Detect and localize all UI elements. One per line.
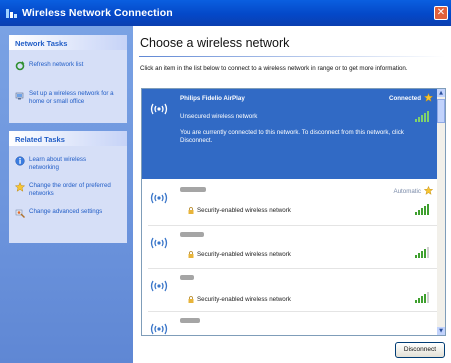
network-name-blurred <box>180 275 194 282</box>
related-tasks-header[interactable]: Related Tasks <box>9 131 127 146</box>
signal-strength-icon <box>415 292 429 303</box>
lock-icon <box>188 251 194 258</box>
network-name: Philips Fidelio AirPlay <box>180 95 245 102</box>
network-tasks-header[interactable]: Network Tasks <box>9 35 127 50</box>
title-divider <box>139 56 445 57</box>
connection-message: You are currently connected to this netw… <box>180 129 404 144</box>
network-item[interactable]: Security-enabled wireless network <box>142 227 439 267</box>
change-advanced-settings-label: Change advanced settings <box>29 208 103 215</box>
wireless-icon <box>6 9 17 18</box>
sidebar: Network Tasks Refresh network list Set u… <box>0 26 133 363</box>
network-item[interactable]: Security-enabled wireless network <box>142 270 439 310</box>
network-tasks-panel: Network Tasks Refresh network list Set u… <box>9 35 127 123</box>
settings-icon <box>15 209 25 218</box>
setup-network-icon <box>15 92 24 100</box>
network-name-blurred <box>180 232 204 239</box>
scroll-up-arrow[interactable]: ▲ <box>437 89 445 97</box>
disconnect-button[interactable]: Disconnect <box>395 342 445 358</box>
preferred-star-icon <box>424 93 433 102</box>
wireless-antenna-icon <box>150 237 168 249</box>
network-item[interactable] <box>142 313 439 335</box>
wireless-antenna-icon <box>150 103 168 115</box>
network-status: Automatic <box>393 188 421 195</box>
star-icon <box>15 182 25 192</box>
network-status: Connected <box>389 95 421 102</box>
network-item-connected[interactable]: Philips Fidelio AirPlay Connected Unsecu… <box>142 89 439 179</box>
network-name-blurred <box>180 318 200 325</box>
signal-strength-icon <box>415 111 429 122</box>
window-title: Wireless Network Connection <box>22 7 173 19</box>
related-tasks-panel: Related Tasks Learn about wireless netwo… <box>9 131 127 243</box>
close-icon: ✕ <box>436 7 446 18</box>
signal-strength-icon <box>415 204 429 215</box>
change-preferred-order-label: Change the order of preferred networks <box>29 182 111 197</box>
lock-icon <box>188 296 194 303</box>
signal-strength-icon <box>415 247 429 258</box>
network-name-blurred <box>180 187 206 194</box>
wireless-network-window: Wireless Network Connection ✕ Network Ta… <box>0 0 451 363</box>
network-list-scrollbar[interactable]: ▲ ▼ <box>437 89 445 335</box>
network-security: Unsecured wireless network <box>180 113 258 120</box>
refresh-network-list-link[interactable]: Refresh network list <box>15 61 83 71</box>
network-item[interactable]: Automatic Security-enabled wireless netw… <box>142 182 439 224</box>
scroll-down-arrow[interactable]: ▼ <box>437 327 445 335</box>
setup-wireless-network-link[interactable]: Set up a wireless network for a home or … <box>15 90 123 105</box>
scroll-thumb[interactable] <box>437 99 445 123</box>
network-security: Security-enabled wireless network <box>197 207 291 214</box>
title-bar[interactable]: Wireless Network Connection ✕ <box>0 0 451 26</box>
instructions-text: Click an item in the list below to conne… <box>140 65 408 72</box>
main-pane: Choose a wireless network Click an item … <box>133 26 451 363</box>
list-divider <box>148 268 437 269</box>
refresh-network-list-label: Refresh network list <box>29 61 84 68</box>
preferred-star-icon <box>424 186 433 195</box>
close-button[interactable]: ✕ <box>434 6 448 20</box>
change-advanced-settings-link[interactable]: Change advanced settings <box>15 208 115 218</box>
list-divider <box>148 225 437 226</box>
page-title: Choose a wireless network <box>140 36 290 50</box>
lock-icon <box>188 207 194 214</box>
refresh-icon <box>15 61 25 71</box>
wireless-antenna-icon <box>150 192 168 204</box>
learn-wireless-link[interactable]: Learn about wireless networking <box>15 156 115 171</box>
change-preferred-order-link[interactable]: Change the order of preferred networks <box>15 182 115 197</box>
wireless-antenna-icon <box>150 323 168 335</box>
setup-wireless-network-label: Set up a wireless network for a home or … <box>29 90 114 105</box>
network-security: Security-enabled wireless network <box>197 296 291 303</box>
info-icon <box>15 156 25 166</box>
learn-wireless-label: Learn about wireless networking <box>29 156 87 171</box>
network-list[interactable]: Philips Fidelio AirPlay Connected Unsecu… <box>141 88 446 336</box>
wireless-antenna-icon <box>150 280 168 292</box>
network-security: Security-enabled wireless network <box>197 251 291 258</box>
list-divider <box>148 311 437 312</box>
